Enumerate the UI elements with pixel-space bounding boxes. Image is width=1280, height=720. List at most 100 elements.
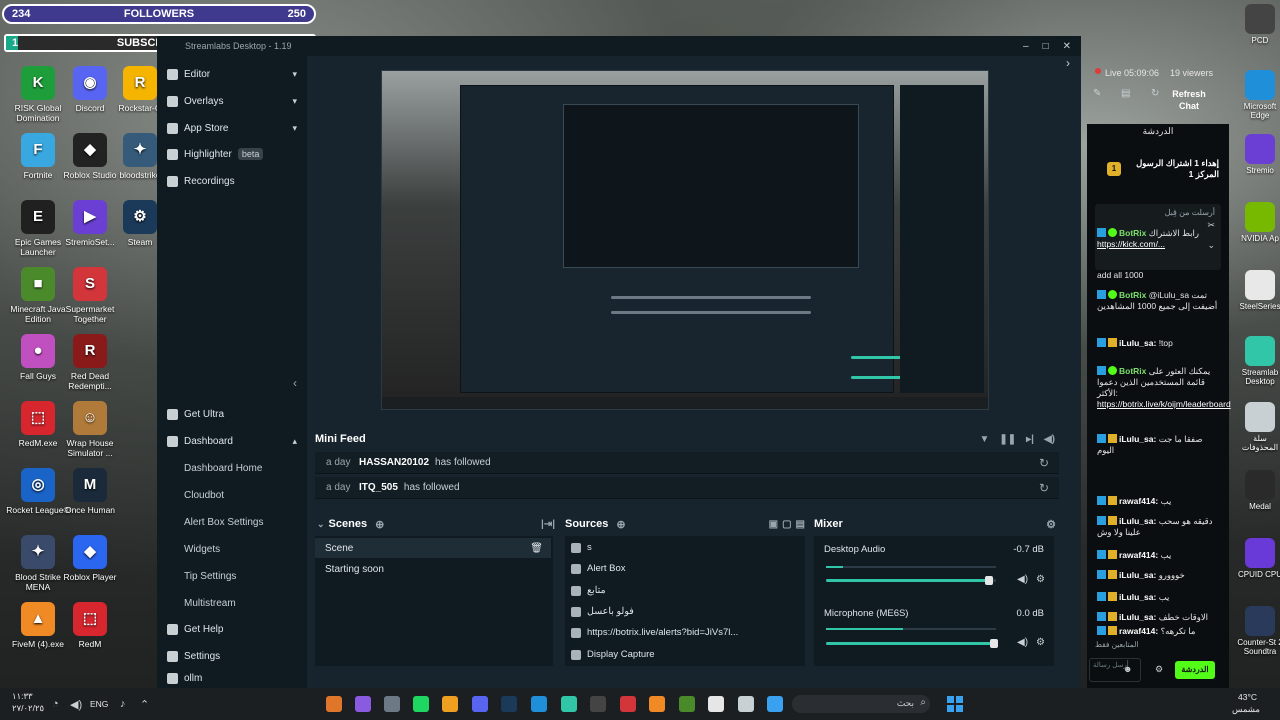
source-group-icons[interactable]: ▣▢▤ [769, 519, 809, 530]
streamlabs-icon[interactable] [561, 696, 577, 712]
sidebar-sub-tip-settings[interactable]: Tip Settings [184, 571, 236, 582]
language-indicator[interactable]: ENG [90, 699, 108, 709]
epic-icon[interactable] [590, 696, 606, 712]
chat-username[interactable]: BotRix [1119, 228, 1146, 238]
chat-username[interactable]: iLulu_sa: [1119, 592, 1156, 602]
chat-tab[interactable]: الدردشة [1087, 126, 1229, 137]
sidebar-item-app-store[interactable]: App Store ▾ [167, 118, 297, 138]
discord-icon[interactable] [472, 696, 488, 712]
redm-icon[interactable] [620, 696, 636, 712]
refresh-chat-button[interactable]: Refresh Chat [1167, 88, 1211, 112]
collapse-left-icon[interactable]: ‹ [293, 376, 297, 390]
desktop-icon[interactable]: Streamlab Desktop [1236, 336, 1280, 386]
desktop-icon[interactable]: M Once Human [58, 468, 122, 515]
sidebar-sub-multistream[interactable]: Multistream [184, 598, 236, 609]
desktop-icon[interactable]: ☺ Wrap House Simulator ... [58, 401, 122, 458]
add-source-icon[interactable]: ⊕ [616, 518, 625, 531]
source-item[interactable]: Alert Box [565, 558, 797, 579]
desktop-icon[interactable]: Stremio [1236, 134, 1280, 175]
maximize-icon[interactable]: □ [1043, 41, 1049, 52]
desktop-icon[interactable]: CPUID CPU [1236, 538, 1280, 579]
mixer-settings-icon[interactable]: ⚙ [1046, 518, 1056, 531]
windows-start-icon[interactable] [947, 696, 963, 712]
scene-item[interactable]: Starting soon [315, 559, 551, 579]
refresh-icon[interactable]: ↻ [1151, 88, 1159, 99]
volume-slider[interactable] [826, 576, 996, 585]
chat-username[interactable]: iLulu_sa: [1119, 612, 1156, 622]
desktop-icon[interactable]: سلة المحذوفات [1236, 402, 1280, 452]
source-item[interactable]: فولو باعسل [565, 601, 797, 622]
sidebar-item-overlays[interactable]: Overlays ▾ [167, 91, 297, 111]
chevron-up-icon[interactable]: ⌃ [140, 698, 149, 711]
chat-username[interactable]: rawaf414: [1119, 626, 1158, 636]
expand-right-icon[interactable]: › [1066, 56, 1070, 70]
taskbar-search[interactable]: بحث ⌕ [792, 695, 930, 713]
desktop-icon[interactable]: PCD [1236, 4, 1280, 45]
emoji-icon[interactable]: ☻ [1123, 664, 1132, 674]
replay-icon[interactable]: ↻ [1039, 481, 1049, 495]
steam-icon[interactable] [501, 696, 517, 712]
chat-username[interactable]: iLulu_sa: [1119, 570, 1156, 580]
channel-settings-icon[interactable]: ⚙ [1036, 637, 1045, 648]
sidebar-item-get-ultra[interactable]: Get Ultra [167, 404, 297, 424]
close-icon[interactable]: ✕ [1063, 41, 1071, 52]
desktop-icon[interactable]: SteelSeries [1236, 270, 1280, 311]
sidebar-item-settings[interactable]: Settings [167, 646, 297, 666]
collapse-scenes-icon[interactable]: ⌄ [317, 519, 325, 530]
channel-settings-icon[interactable]: ⚙ [1036, 574, 1045, 585]
popout-icon[interactable]: ▤ [1121, 88, 1130, 99]
sidebar-item-get-help[interactable]: Get Help [167, 619, 297, 639]
speaker-icon[interactable]: ◀) [70, 698, 82, 711]
sidebar-item-dashboard[interactable]: Dashboard ▴ [167, 431, 297, 451]
settings-app-icon[interactable] [384, 696, 400, 712]
minimize-icon[interactable]: – [1023, 41, 1029, 52]
chat-username[interactable]: BotRix [1119, 366, 1146, 376]
chat-username[interactable]: rawaf414: [1119, 496, 1158, 506]
desktop-icon[interactable]: R Red Dead Redempti... [58, 334, 122, 391]
chat-username[interactable]: iLulu_sa: [1119, 434, 1156, 444]
sidebar-item-highlighter[interactable]: Highlighter beta [167, 144, 297, 164]
sidebar-sub-alert-box-settings[interactable]: Alert Box Settings [184, 517, 263, 528]
sidebar-sub-widgets[interactable]: Widgets [184, 544, 220, 555]
volume-icon[interactable]: ◀) [1044, 434, 1055, 445]
chat-username[interactable]: iLulu_sa: [1119, 516, 1156, 526]
stream-preview[interactable] [381, 70, 989, 410]
skip-icon[interactable]: ▸| [1026, 434, 1034, 445]
microphone-icon[interactable]: ♪ [120, 698, 126, 710]
scene-item[interactable]: Scene 🗑 [315, 538, 551, 558]
edge-icon[interactable] [531, 696, 547, 712]
chat-username[interactable]: iLulu_sa: [1119, 338, 1156, 348]
paint-icon[interactable] [326, 696, 342, 712]
volume-knob[interactable] [984, 576, 993, 585]
chat-username[interactable]: BotRix [1119, 290, 1146, 300]
sidebar-sub-cloudbot[interactable]: Cloudbot [184, 490, 224, 501]
add-scene-icon[interactable]: ⊕ [375, 518, 384, 531]
desktop-icon[interactable]: Medal [1236, 470, 1280, 511]
minecraft-icon[interactable] [679, 696, 695, 712]
volume-slider[interactable] [826, 639, 998, 648]
desktop-icon[interactable]: S Supermarket Together [58, 267, 122, 324]
chat-input[interactable]: أرسل رسالة [1089, 658, 1141, 682]
trash-icon[interactable]: 🗑 [530, 543, 543, 554]
filter-icon[interactable]: ▼ [979, 434, 989, 445]
spotify-icon[interactable] [413, 696, 429, 712]
chat-username[interactable]: rawaf414: [1119, 550, 1158, 560]
mute-icon[interactable]: ◀) [1017, 637, 1028, 648]
pencil-icon[interactable]: ✎ [1093, 88, 1101, 99]
sidebar-item-recordings[interactable]: Recordings [167, 171, 297, 191]
desktop-icon[interactable]: Counter-St 2 Soundtra [1236, 606, 1280, 656]
vscode-icon[interactable] [767, 696, 783, 712]
files-icon[interactable] [738, 696, 754, 712]
pause-icon[interactable]: ❚❚ [999, 434, 1016, 445]
desktop-icon[interactable]: ◆ Roblox Player [58, 535, 122, 582]
desktop-icon[interactable]: Microsoft Edge [1236, 70, 1280, 120]
scene-transition-icon[interactable]: |⇥| [541, 519, 555, 530]
sidebar-item-user[interactable]: ollm [167, 672, 297, 684]
chat-link[interactable]: https://kick.com/... [1097, 239, 1165, 249]
obs-icon[interactable] [708, 696, 724, 712]
source-item[interactable]: https://botrix.live/alerts?bid=JiVs7l... [565, 622, 797, 643]
wifi-icon[interactable]: ◔ [52, 698, 59, 710]
source-item[interactable]: متابع [565, 580, 797, 601]
chrome-icon[interactable] [442, 696, 458, 712]
source-item[interactable]: Display Capture [565, 644, 797, 665]
